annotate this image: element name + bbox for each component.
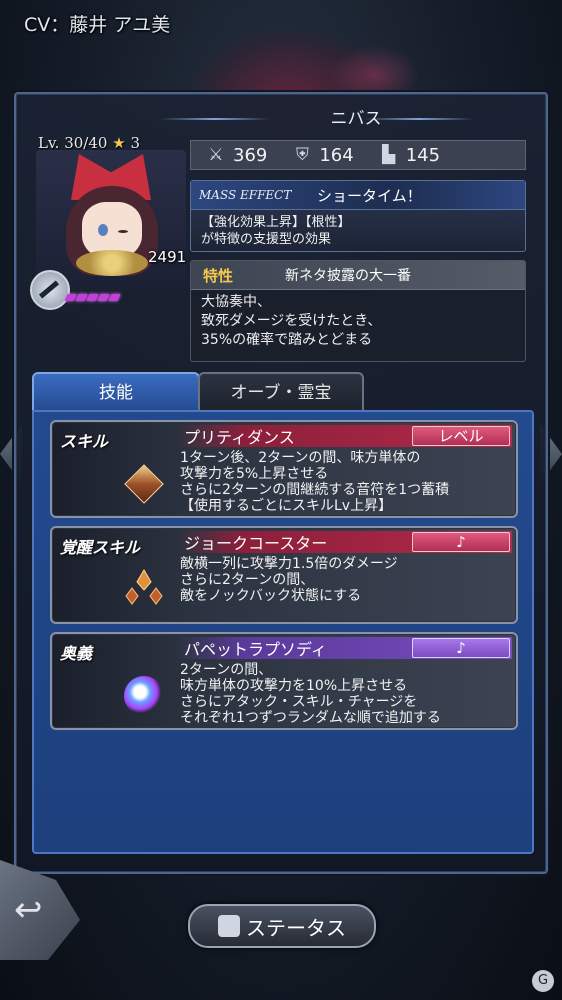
skill-desc-line: さらにアタック・スキル・チャージを [180,694,418,710]
skill-name: パペットラプソディ [184,640,327,659]
trait-desc-line: 大協奏中、 [201,294,271,310]
skill-description: 1ターン後、2ターンの間、味方単体の 攻撃力を5%上昇させる さらに2ターンの間… [180,450,508,514]
skill-desc-line: 【使用するごとにスキルLv上昇】 [180,498,393,514]
combat-power: 2491 [148,248,187,266]
back-button[interactable]: ↩ [0,860,80,960]
skill-desc-line: 2ターンの間、 [180,662,273,678]
status-button[interactable]: ステータス [188,904,376,948]
ultimate-orb-icon [124,676,164,716]
skill-desc-line: 敵をノックバック状態にする [180,588,362,604]
skill-title-bar: プリティダンス レベル [176,425,512,447]
stat-speed: ▙ 145 [378,144,440,166]
ultimate-skill-card[interactable]: 奥義 パペットラプソディ ♪ 2ターンの間、 味方単体の攻撃力を10%上昇させる… [50,632,518,730]
back-arrow-icon: ↩ [14,890,43,930]
attack-value: 369 [233,144,268,166]
mass-effect-desc-line: 【強化効果上昇】【根性】 [201,215,351,230]
mass-effect-tag: MASS EFFECT [199,188,292,202]
skill-desc-line: 味方単体の攻撃力を10%上昇させる [180,678,408,694]
skill-type-label: 奥義 [60,644,93,663]
skill-desc-line: 攻撃力を5%上昇させる [180,466,329,482]
site-logo-icon: G [532,970,554,992]
awakened-skill-card[interactable]: 覚醒スキル ジョークコースター ♪ 敵横一列に攻撃力1.5倍のダメージ さらに2… [50,526,518,624]
skill-description: 敵横一列に攻撃力1.5倍のダメージ さらに2ターンの間、 敵をノックバック状態に… [180,556,508,604]
skill-desc-line: それぞれ1つずつランダムな順で追加する [180,710,441,726]
gauge-segment [108,294,121,301]
profile-icon [218,915,240,937]
trait-header: 特性 新ネタ披露の大一番 [191,261,525,290]
skill-desc-line: さらに2ターンの間継続する音符を1つ蓄積 [180,482,450,498]
tab-orbs-relics[interactable]: オーブ・霊宝 [198,372,364,412]
mass-effect-description: 【強化効果上昇】【根性】 が特徴の支援型の効果 [191,210,525,252]
music-note-badge: ♪ [412,638,510,658]
skill-gem-icon [124,464,164,504]
stat-attack: ⚔ 369 [205,144,267,166]
awakened-gem-icon [124,568,164,608]
portrait-collar [76,250,148,276]
defense-value: 164 [319,144,354,166]
trait-desc-line: 35%の確率で踏みとどまる [201,332,373,348]
mass-effect-header: MASS EFFECT ショータイム！ [191,181,525,210]
mass-effect-title: ショータイム！ [317,186,422,205]
stat-defense: ⛨ 164 [291,144,354,166]
trait-box: 特性 新ネタ披露の大一番 大協奏中、 致死ダメージを受けたとき、 35%の確率で… [190,260,526,362]
music-note-badge: ♪ [412,532,510,552]
portrait-eye-left [98,224,108,236]
awakening-gauge [64,294,121,301]
character-portrait[interactable] [36,150,186,290]
skill-title-bar: パペットラプソディ ♪ [176,637,512,659]
trait-title: 新ネタ披露の大一番 [285,268,411,284]
sword-icon: ⚔ [208,145,224,165]
skill-desc-line: 1ターン後、2ターンの間、味方単体の [180,450,421,466]
stats-bar: ⚔ 369 ⛨ 164 ▙ 145 [190,140,526,170]
status-button-label: ステータス [246,915,346,940]
speed-value: 145 [405,144,441,166]
tab-skills[interactable]: 技能 [32,372,200,412]
skill-type-label: スキル [60,432,109,451]
skill-desc-line: 敵横一列に攻撃力1.5倍のダメージ [180,556,398,572]
voice-actor-label: CV：藤井 アユ美 [24,14,171,36]
skill-level-badge: レベル [412,426,510,446]
skill-title-bar: ジョークコースター ♪ [176,531,512,553]
trait-desc-line: 致死ダメージを受けたとき、 [201,313,382,329]
mass-effect-box: MASS EFFECT ショータイム！ 【強化効果上昇】【根性】 が特徴の支援型… [190,180,526,252]
boot-icon: ▙ [382,145,396,165]
mass-effect-desc-line: が特徴の支援型の効果 [201,232,332,247]
portrait-eye-right [118,230,128,233]
skill-description: 2ターンの間、 味方単体の攻撃力を10%上昇させる さらにアタック・スキル・チャ… [180,662,508,726]
trait-description: 大協奏中、 致死ダメージを受けたとき、 35%の確率で踏みとどまる [191,290,525,353]
skill-type-label: 覚醒スキル [60,538,141,557]
shield-icon: ⛨ [295,145,309,165]
skill-card[interactable]: スキル プリティダンス レベル 1ターン後、2ターンの間、味方単体の 攻撃力を5… [50,420,518,518]
skill-desc-line: さらに2ターンの間、 [180,572,315,588]
weapon-type-icon [30,270,70,310]
trait-label: 特性 [203,266,234,285]
character-name: ニバス [330,109,382,129]
skill-name: プリティダンス [184,428,295,447]
skill-name: ジョークコースター [184,534,328,553]
